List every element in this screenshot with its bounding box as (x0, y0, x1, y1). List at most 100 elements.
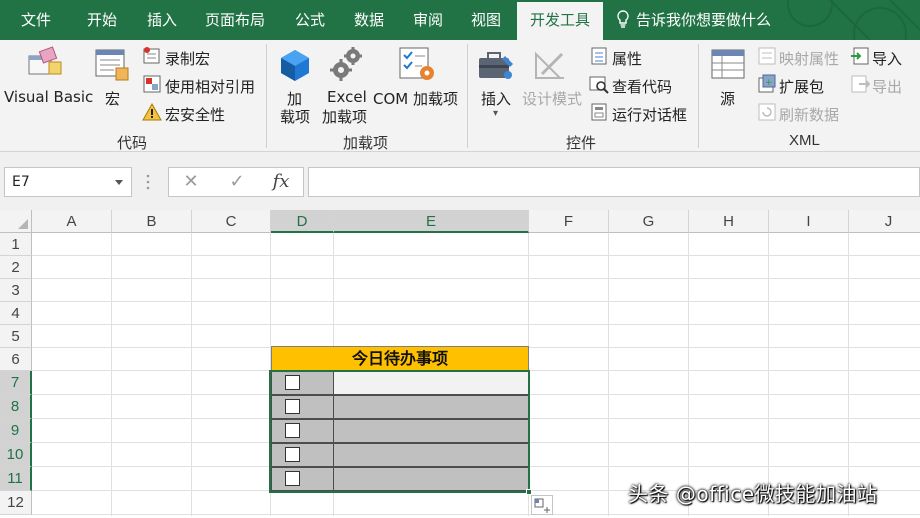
todo-checkbox-cell (271, 395, 334, 419)
column-header-d[interactable]: D (271, 210, 334, 233)
gridline-horizontal (32, 514, 920, 515)
row-header-10[interactable]: 10 (0, 443, 32, 467)
row-header-8[interactable]: 8 (0, 395, 32, 419)
relative-refs-label: 使用相对引用 (165, 78, 256, 96)
tab-view[interactable]: 视图 (458, 0, 514, 40)
column-header-i[interactable]: I (769, 210, 849, 233)
record-macro-label: 录制宏 (165, 50, 211, 68)
row-header-12[interactable]: 12 (0, 491, 32, 515)
gridline-horizontal (32, 301, 920, 302)
todo-checkbox[interactable] (285, 423, 300, 438)
developer-ribbon: Visual Basic 宏 录制宏 使用相对引用 宏安全性 代码 加 载项 E… (0, 40, 920, 152)
name-box-value: E7 (12, 174, 30, 190)
formula-input[interactable] (308, 167, 920, 197)
view-code-icon (589, 76, 609, 94)
todo-checkbox[interactable] (285, 375, 300, 390)
expansion-packs-label: 扩展包 (779, 78, 825, 96)
row-header-3[interactable]: 3 (0, 279, 32, 302)
row-header-1[interactable]: 1 (0, 233, 32, 256)
name-box[interactable]: E7 (4, 167, 132, 197)
column-header-c[interactable]: C (192, 210, 271, 233)
todo-checkbox-cell (271, 371, 334, 395)
view-code-label: 查看代码 (612, 78, 673, 96)
title-bar-decoration (787, 0, 920, 40)
group-separator (467, 44, 468, 148)
todo-item-cell[interactable] (333, 419, 529, 443)
gridline-horizontal (32, 255, 920, 256)
row-header-2[interactable]: 2 (0, 256, 32, 279)
row-header-9[interactable]: 9 (0, 419, 32, 443)
column-header-f[interactable]: F (529, 210, 609, 233)
column-header-h[interactable]: H (689, 210, 769, 233)
quick-analysis-icon (534, 498, 550, 513)
warning-icon (142, 102, 162, 121)
row-header-11[interactable]: 11 (0, 467, 32, 491)
todo-item-cell[interactable] (333, 395, 529, 419)
todo-checkbox[interactable] (285, 447, 300, 462)
column-header-j[interactable]: J (849, 210, 920, 233)
todo-checkbox-cell (271, 443, 334, 467)
quick-analysis-button[interactable] (531, 495, 553, 515)
run-dialog-icon (591, 103, 607, 121)
todo-checkbox[interactable] (285, 471, 300, 486)
xml-source-icon (711, 49, 745, 79)
tab-formulas[interactable]: 公式 (282, 0, 338, 40)
select-all-button[interactable] (0, 210, 32, 233)
todo-item-cell[interactable] (333, 443, 529, 467)
column-header-b[interactable]: B (112, 210, 192, 233)
tab-home[interactable]: 开始 (72, 0, 132, 40)
design-mode-icon (535, 51, 564, 79)
row-header-5[interactable]: 5 (0, 325, 32, 348)
formula-buttons: ✕ ✓ fx (168, 167, 304, 197)
chevron-down-icon[interactable] (115, 180, 123, 185)
run-dialog-label: 运行对话框 (612, 106, 688, 124)
formula-bar: E7 ✕ ✓ fx (0, 152, 920, 210)
properties-icon (591, 47, 607, 65)
insert-function-icon[interactable]: fx (261, 168, 301, 196)
gridline-vertical (768, 233, 769, 516)
tab-insert[interactable]: 插入 (132, 0, 192, 40)
map-properties-label: 映射属性 (779, 50, 840, 68)
watermark-text: 头条 @office微技能加油站 (628, 482, 878, 506)
gridline-vertical (688, 233, 689, 516)
macros-label: 宏 (105, 90, 121, 108)
column-header-g[interactable]: G (609, 210, 689, 233)
column-header-e[interactable]: E (334, 210, 529, 233)
column-header-a[interactable]: A (32, 210, 112, 233)
todo-item-cell[interactable] (333, 467, 529, 491)
code-group-label: 代码 (117, 134, 148, 152)
enter-icon[interactable]: ✓ (217, 168, 257, 196)
excel-addins-label-2: 加载项 (322, 108, 368, 126)
xml-source-label: 源 (720, 90, 736, 108)
todo-title-cell[interactable]: 今日待办事项 (271, 346, 529, 371)
design-mode-label: 设计模式 (522, 90, 583, 108)
controls-group-label: 控件 (566, 134, 597, 152)
todo-item-cell[interactable] (333, 371, 529, 395)
row-header-6[interactable]: 6 (0, 348, 32, 371)
todo-checkbox-cell (271, 419, 334, 443)
gears-icon (330, 47, 362, 81)
macros-icon (95, 49, 129, 81)
row-header-4[interactable]: 4 (0, 302, 32, 325)
com-addins-icon (399, 47, 434, 80)
tab-developer[interactable]: 开发工具 (517, 2, 603, 40)
tab-page-layout[interactable]: 页面布局 (196, 0, 274, 40)
cancel-icon[interactable]: ✕ (171, 168, 211, 196)
row-header-7[interactable]: 7 (0, 371, 32, 395)
tab-file[interactable]: 文件 (8, 0, 64, 40)
svg-text:+: + (765, 78, 773, 88)
toolbox-icon (479, 52, 513, 79)
tab-data[interactable]: 数据 (340, 0, 398, 40)
addins-icon (281, 50, 309, 81)
tab-review[interactable]: 审阅 (400, 0, 456, 40)
tell-me-text: 告诉我你想要做什么 (636, 11, 772, 29)
todo-checkbox-cell (271, 467, 334, 491)
import-icon (851, 47, 869, 65)
gridline-vertical (191, 233, 192, 516)
tell-me-search[interactable]: 告诉我你想要做什么 (616, 0, 771, 40)
visual-basic-icon (28, 46, 62, 75)
relative-refs-icon (143, 75, 161, 93)
formula-bar-grip[interactable] (146, 174, 150, 190)
todo-checkbox[interactable] (285, 399, 300, 414)
com-addins-label: COM 加载项 (373, 90, 458, 108)
